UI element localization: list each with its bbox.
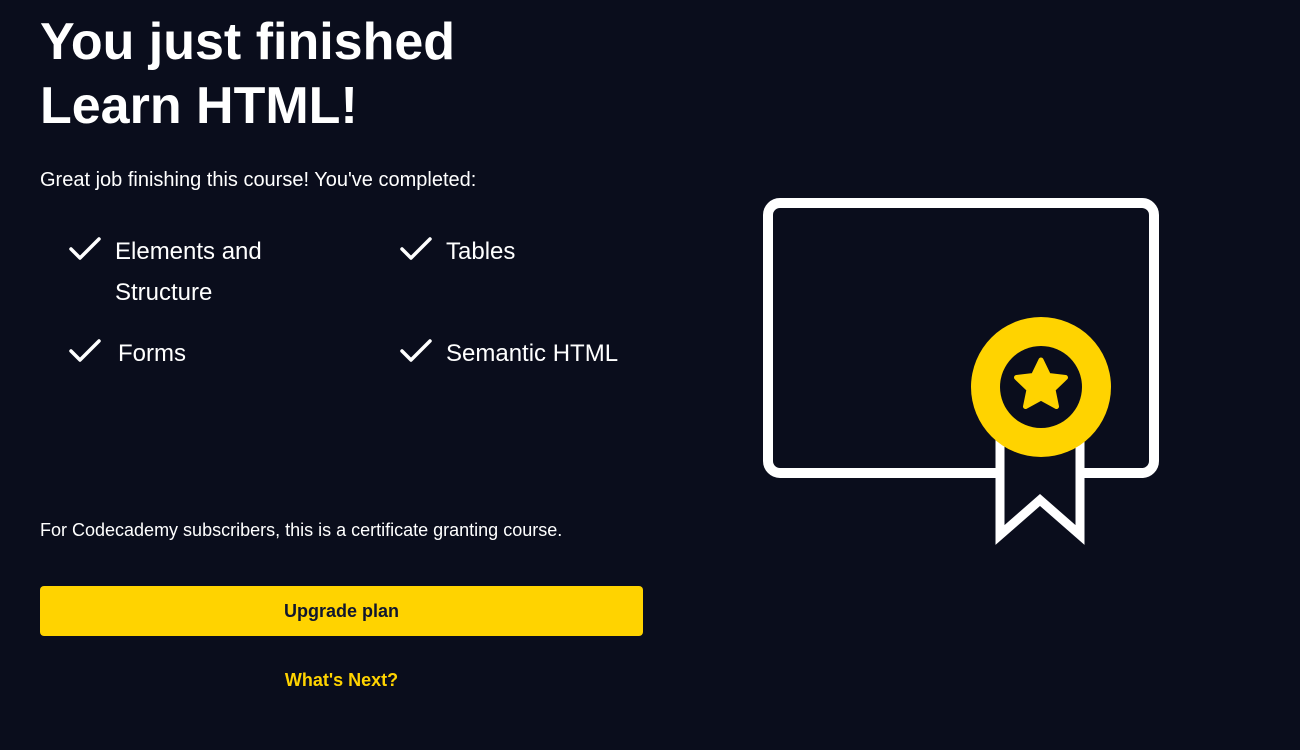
certificate-icon bbox=[763, 198, 1159, 545]
certificate-note: For Codecademy subscribers, this is a ce… bbox=[40, 520, 563, 540]
completion-subtitle: Great job finishing this course! You've … bbox=[40, 169, 477, 191]
checkmark-icon bbox=[400, 237, 432, 260]
module-item-forms: Forms bbox=[68, 334, 308, 374]
checkmark-icon bbox=[69, 339, 101, 362]
page-title-line-2: Learn HTML! bbox=[40, 77, 358, 135]
module-item-elements-and-structure: Elements and Structure bbox=[68, 232, 305, 313]
checkmark-icon bbox=[69, 237, 101, 260]
module-label: Forms bbox=[118, 340, 186, 367]
star-badge-icon bbox=[971, 317, 1111, 457]
page-title: You just finished Learn HTML! bbox=[40, 10, 640, 138]
completion-panel: You just finished Learn HTML! Great job … bbox=[40, 0, 650, 750]
checkmark-icon bbox=[400, 339, 432, 362]
module-item-semantic-html: Semantic HTML bbox=[399, 334, 686, 374]
module-label: Tables bbox=[446, 238, 516, 265]
module-label: Semantic HTML bbox=[446, 340, 619, 367]
page-title-line-1: You just finished bbox=[40, 13, 456, 71]
whats-next-link[interactable]: What's Next? bbox=[40, 668, 643, 692]
module-item-tables: Tables bbox=[399, 232, 636, 272]
upgrade-plan-button[interactable]: Upgrade plan bbox=[40, 586, 643, 636]
completed-modules-list: Elements and Structure Tables Forms Sema… bbox=[68, 232, 658, 382]
course-complete-page: You just finished Learn HTML! Great job … bbox=[0, 0, 1300, 750]
module-label: Elements and Structure bbox=[115, 238, 262, 306]
